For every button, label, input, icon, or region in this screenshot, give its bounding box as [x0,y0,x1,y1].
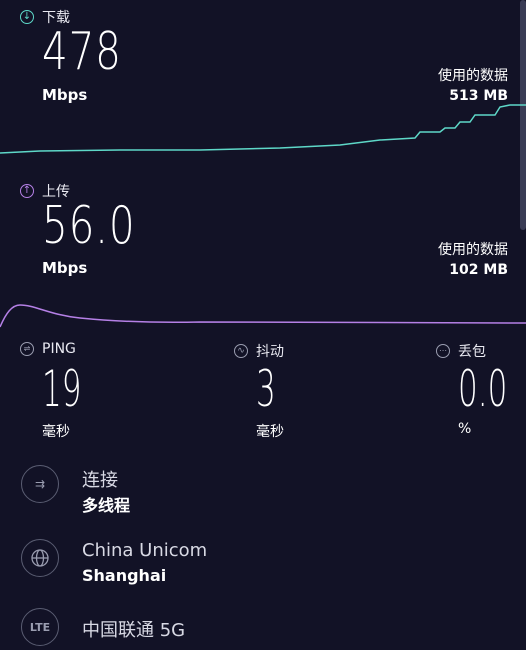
jitter-unit: 毫秒 [256,424,284,440]
download-speed-value: 478 [42,22,122,82]
jitter-header: ∿ 抖动 [234,341,284,361]
ping-unit: 毫秒 [42,424,70,440]
download-data-used-label: 使用的数据 [438,68,508,84]
ping-icon: ⇌ [20,342,34,356]
lte-icon: LTE [21,608,59,646]
globe-glyph [31,549,49,567]
ping-label: PING [42,341,76,357]
jitter-value: 3 [256,360,276,418]
globe-icon [21,539,59,577]
ping-value: 19 [42,360,82,418]
multi-connection-icon: ⇉ [21,465,59,503]
connection-mode: 多线程 [82,496,131,515]
connection-label: 连接 [82,470,118,491]
loss-value: 0.0 [458,360,508,418]
download-speed-graph [0,104,526,154]
network-carrier: 中国联通 5G [82,620,186,641]
upload-graph-line [0,304,526,328]
server-provider: China Unicom [82,540,208,561]
upload-speed-graph [0,304,526,328]
upload-arrow-icon: ↑ [20,184,34,198]
upload-speed-unit: Mbps [42,259,88,277]
packet-loss-icon: ⋯ [436,344,450,358]
loss-label: 丢包 [458,344,486,360]
upload-speed-value: 56.0 [42,196,136,256]
loss-header: ⋯ 丢包 [436,341,486,361]
ping-header: ⇌ PING [20,341,76,357]
jitter-label: 抖动 [256,344,284,360]
upload-data-used-value: 102 MB [449,262,508,278]
upload-data-used: 使用的数据 102 MB [438,240,508,280]
download-graph-line [0,104,526,154]
jitter-icon: ∿ [234,344,248,358]
download-arrow-icon: ↓ [20,10,34,24]
server-location: Shanghai [82,566,167,585]
upload-data-used-label: 使用的数据 [438,242,508,258]
loss-unit: % [458,421,472,437]
